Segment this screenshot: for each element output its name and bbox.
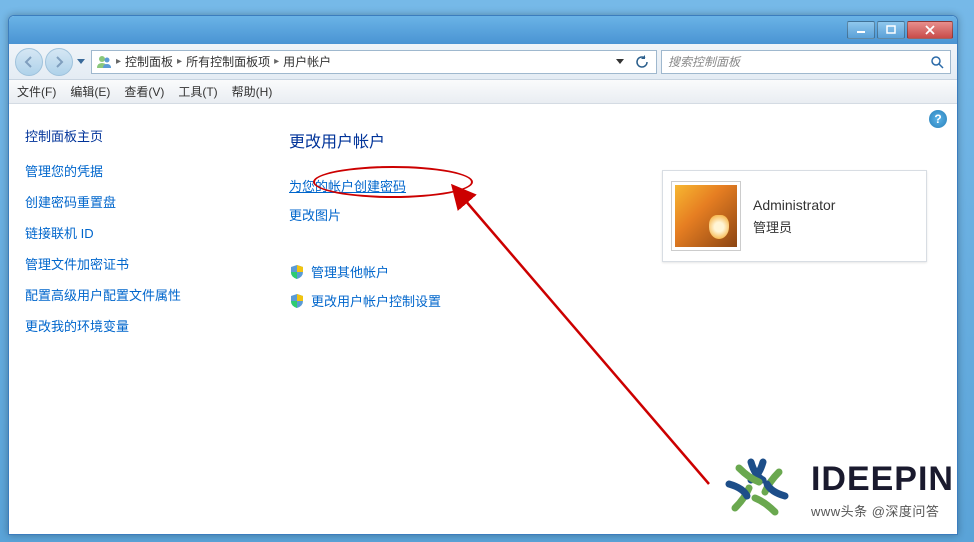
back-button[interactable] — [15, 48, 43, 76]
account-type: 管理员 — [753, 217, 835, 236]
forward-button[interactable] — [45, 48, 73, 76]
menu-help[interactable]: 帮助(H) — [232, 83, 273, 100]
search-icon — [930, 55, 944, 69]
address-bar: ▸ 控制面板 ▸ 所有控制面板项 ▸ 用户帐户 搜索控制面板 — [9, 44, 957, 80]
account-avatar — [671, 181, 741, 251]
chevron-right-icon: ▸ — [116, 56, 121, 67]
titlebar — [9, 16, 957, 44]
sidebar-title[interactable]: 控制面板主页 — [25, 126, 253, 145]
menu-tools[interactable]: 工具(T) — [178, 83, 217, 100]
control-panel-window: ▸ 控制面板 ▸ 所有控制面板项 ▸ 用户帐户 搜索控制面板 文件(F) 编辑(… — [8, 15, 958, 535]
sidebar-link-credentials[interactable]: 管理您的凭据 — [25, 161, 253, 180]
sidebar-link-password-reset-disk[interactable]: 创建密码重置盘 — [25, 192, 253, 211]
breadcrumb-dropdown[interactable] — [610, 52, 630, 72]
sidebar: 控制面板主页 管理您的凭据 创建密码重置盘 链接联机 ID 管理文件加密证书 配… — [9, 104, 269, 534]
search-placeholder: 搜索控制面板 — [668, 53, 740, 70]
chevron-right-icon: ▸ — [274, 56, 279, 67]
menu-view[interactable]: 查看(V) — [124, 83, 164, 100]
account-card: Administrator 管理员 — [662, 170, 927, 262]
nav-buttons — [15, 48, 87, 76]
account-info: Administrator 管理员 — [753, 197, 835, 236]
refresh-button[interactable] — [632, 52, 652, 72]
shield-icon — [289, 293, 305, 309]
content-area: ? 控制面板主页 管理您的凭据 创建密码重置盘 链接联机 ID 管理文件加密证书… — [9, 104, 957, 534]
task-change-uac[interactable]: 更改用户帐户控制设置 — [311, 291, 441, 310]
sidebar-link-env-vars[interactable]: 更改我的环境变量 — [25, 316, 253, 335]
sidebar-link-encryption-certs[interactable]: 管理文件加密证书 — [25, 254, 253, 273]
breadcrumb-path[interactable]: ▸ 控制面板 ▸ 所有控制面板项 ▸ 用户帐户 — [91, 50, 657, 74]
menu-bar: 文件(F) 编辑(E) 查看(V) 工具(T) 帮助(H) — [9, 80, 957, 104]
menu-edit[interactable]: 编辑(E) — [70, 83, 110, 100]
breadcrumb-level2[interactable]: 所有控制面板项 — [186, 53, 270, 70]
close-button[interactable] — [907, 21, 953, 39]
nav-history-dropdown[interactable] — [75, 52, 87, 72]
minimize-button[interactable] — [847, 21, 875, 39]
user-accounts-icon — [96, 54, 112, 70]
main-panel: 更改用户帐户 为您的帐户创建密码 更改图片 管理其他帐户 更改用户帐户控制设置 … — [269, 104, 957, 534]
sidebar-link-advanced-profile[interactable]: 配置高级用户配置文件属性 — [25, 285, 253, 304]
maximize-button[interactable] — [877, 21, 905, 39]
menu-file[interactable]: 文件(F) — [17, 83, 56, 100]
breadcrumb-level3[interactable]: 用户帐户 — [283, 53, 331, 70]
breadcrumb-root[interactable]: 控制面板 — [125, 53, 173, 70]
account-name: Administrator — [753, 197, 835, 213]
shield-icon — [289, 264, 305, 280]
sidebar-link-online-id[interactable]: 链接联机 ID — [25, 223, 253, 242]
chevron-right-icon: ▸ — [177, 56, 182, 67]
main-title: 更改用户帐户 — [289, 128, 937, 152]
search-input[interactable]: 搜索控制面板 — [661, 50, 951, 74]
task-manage-other-accounts[interactable]: 管理其他帐户 — [311, 262, 389, 281]
